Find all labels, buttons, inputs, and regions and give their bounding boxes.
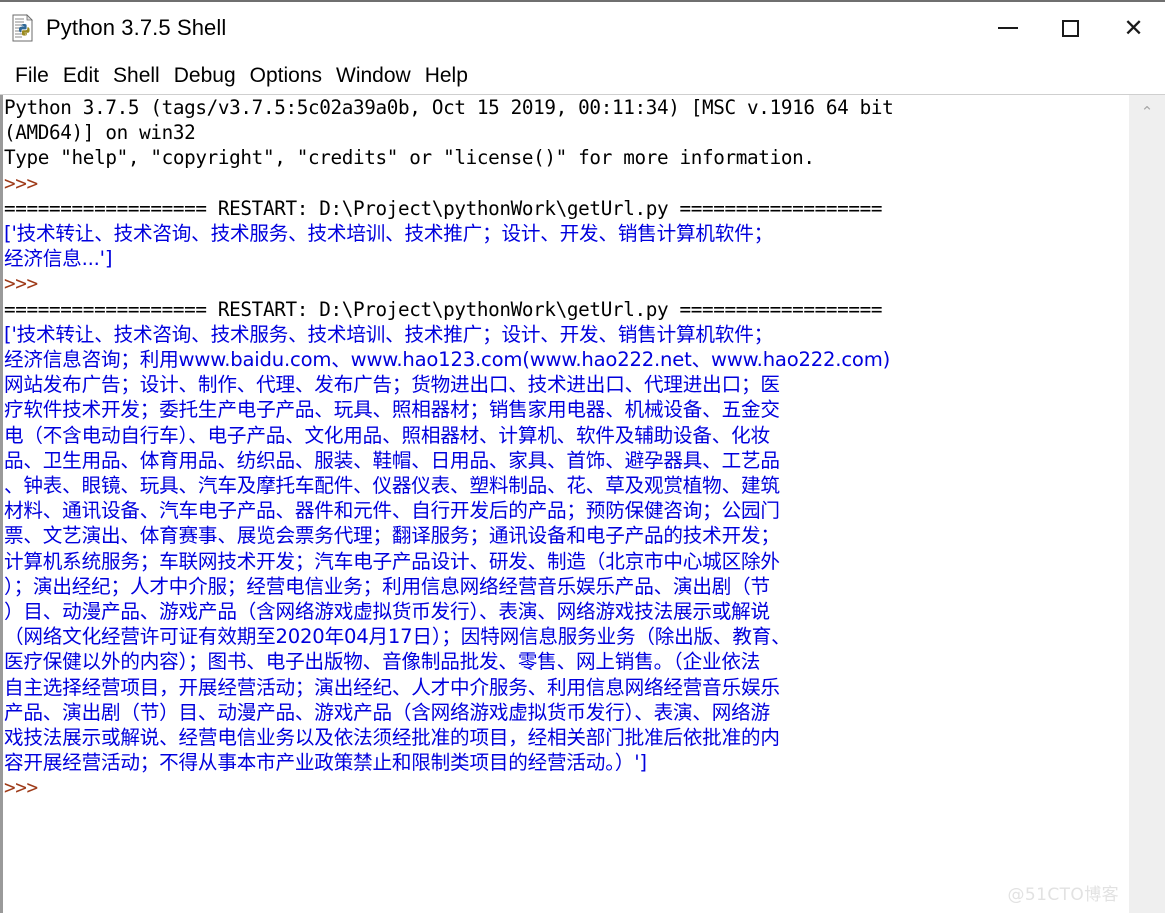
menu-item-file[interactable]: File xyxy=(8,64,56,88)
titlebar-left: Python 3.7.5 Shell xyxy=(0,14,226,42)
minimize-icon xyxy=(997,27,1018,29)
shell-line: （网络文化经营许可证有效期至2020年04月17日）；因特网信息服务业务（除出版… xyxy=(4,625,791,649)
shell-line: 容开展经营活动；不得从事本市产业政策禁止和限制类项目的经营活动。）'] xyxy=(4,751,647,775)
shell-body: Python 3.7.5 (tags/v3.7.5:5c02a39a0b, Oc… xyxy=(0,95,1165,915)
shell-line: 、钟表、眼镜、玩具、汽车及摩托车配件、仪器仪表、塑料制品、花、草及观赏植物、建筑 xyxy=(4,474,780,498)
shell-line: ================== RESTART: D:\Project\p… xyxy=(4,297,883,321)
window-controls: ✕ xyxy=(976,0,1165,56)
shell-line: 经济信息...'] xyxy=(4,247,113,271)
shell-line: 品、卫生用品、体育用品、纺织品、服装、鞋帽、日用品、家具、首饰、避孕器具、工艺品 xyxy=(4,448,780,472)
shell-line: ['技术转让、技术咨询、技术服务、技术培训、技术推广；设计、开发、销售计算机软件… xyxy=(4,322,773,346)
close-button[interactable]: ✕ xyxy=(1102,0,1165,56)
shell-line: 自主选择经营项目，开展经营活动；演出经纪、人才中介服务、利用信息网络经营音乐娱乐 xyxy=(4,675,780,699)
minimize-button[interactable] xyxy=(976,0,1039,56)
shell-line: 材料、通讯设备、汽车电子产品、器件和元件、自行开发后的产品；预防保健咨询；公园门 xyxy=(4,499,780,523)
menu-item-help[interactable]: Help xyxy=(418,64,475,88)
shell-line: ）；演出经纪；人才中介服；经营电信业务；利用信息网络经营音乐娱乐产品、演出剧（节 xyxy=(4,574,770,598)
shell-line: 票、文艺演出、体育赛事、展览会票务代理；翻译服务；通讯设备和电子产品的技术开发； xyxy=(4,524,780,548)
shell-line: ）目、动漫产品、游戏产品（含网络游戏虚拟货币发行）、表演、网络游戏技法展示或解说 xyxy=(4,600,770,624)
scrollbar-track[interactable] xyxy=(1129,129,1165,915)
shell-line: 网站发布广告；设计、制作、代理、发布广告；货物进出口、技术进出口、代理进出口；医 xyxy=(4,373,780,397)
shell-line: ================== RESTART: D:\Project\p… xyxy=(4,196,883,220)
shell-line: 戏技法展示或解说、经营电信业务以及依法须经批准的项目，经相关部门批准后依批准的内 xyxy=(4,726,780,750)
maximize-button[interactable] xyxy=(1039,0,1102,56)
shell-line: Python 3.7.5 (tags/v3.7.5:5c02a39a0b, Oc… xyxy=(4,96,894,119)
vertical-scrollbar[interactable]: ⌃ xyxy=(1128,95,1165,915)
shell-line: 经济信息咨询；利用www.baidu.com、www.hao123.com(ww… xyxy=(4,348,891,372)
shell-line: (AMD64)] on win32 xyxy=(4,121,196,145)
titlebar: Python 3.7.5 Shell ✕ xyxy=(0,0,1165,57)
menubar: File Edit Shell Debug Options Window Hel… xyxy=(0,57,1165,95)
shell-line: 电（不含电动自行车）、电子产品、文化用品、照相器材、计算机、软件及辅助设备、化妆 xyxy=(4,423,770,447)
python-file-icon xyxy=(10,14,36,42)
scroll-up-arrow-icon[interactable]: ⌃ xyxy=(1129,95,1165,129)
shell-line: ['技术转让、技术咨询、技术服务、技术培训、技术推广；设计、开发、销售计算机软件… xyxy=(4,222,773,246)
shell-line: >>> xyxy=(4,776,50,800)
shell-line: 产品、演出剧（节）目、动漫产品、游戏产品（含网络游戏虚拟货币发行）、表演、网络游 xyxy=(4,700,770,724)
menu-item-debug[interactable]: Debug xyxy=(167,64,243,88)
menu-item-options[interactable]: Options xyxy=(243,64,329,88)
menu-item-edit[interactable]: Edit xyxy=(56,64,106,88)
menu-item-window[interactable]: Window xyxy=(329,64,418,88)
window-title: Python 3.7.5 Shell xyxy=(46,15,227,40)
maximize-icon xyxy=(1062,19,1079,37)
shell-line: 疗软件技术开发；委托生产电子产品、玩具、照相器材；销售家用电器、机械设备、五金交 xyxy=(4,398,780,422)
shell-line: >>> xyxy=(4,272,50,296)
shell-line: 医疗保健以外的内容）；图书、电子出版物、音像制品批发、零售、网上销售。（企业依法 xyxy=(4,650,761,674)
python-shell-window: Python 3.7.5 Shell ✕ File Edit Shell Deb… xyxy=(0,0,1165,915)
menu-item-shell[interactable]: Shell xyxy=(106,64,167,88)
shell-line: >>> xyxy=(4,171,50,195)
shell-output-area[interactable]: Python 3.7.5 (tags/v3.7.5:5c02a39a0b, Oc… xyxy=(3,95,1128,915)
close-icon: ✕ xyxy=(1123,14,1144,42)
shell-line: 计算机系统服务；车联网技术开发；汽车电子产品设计、研发、制造（北京市中心城区除外 xyxy=(4,549,780,573)
shell-line: Type "help", "copyright", "credits" or "… xyxy=(4,146,815,170)
